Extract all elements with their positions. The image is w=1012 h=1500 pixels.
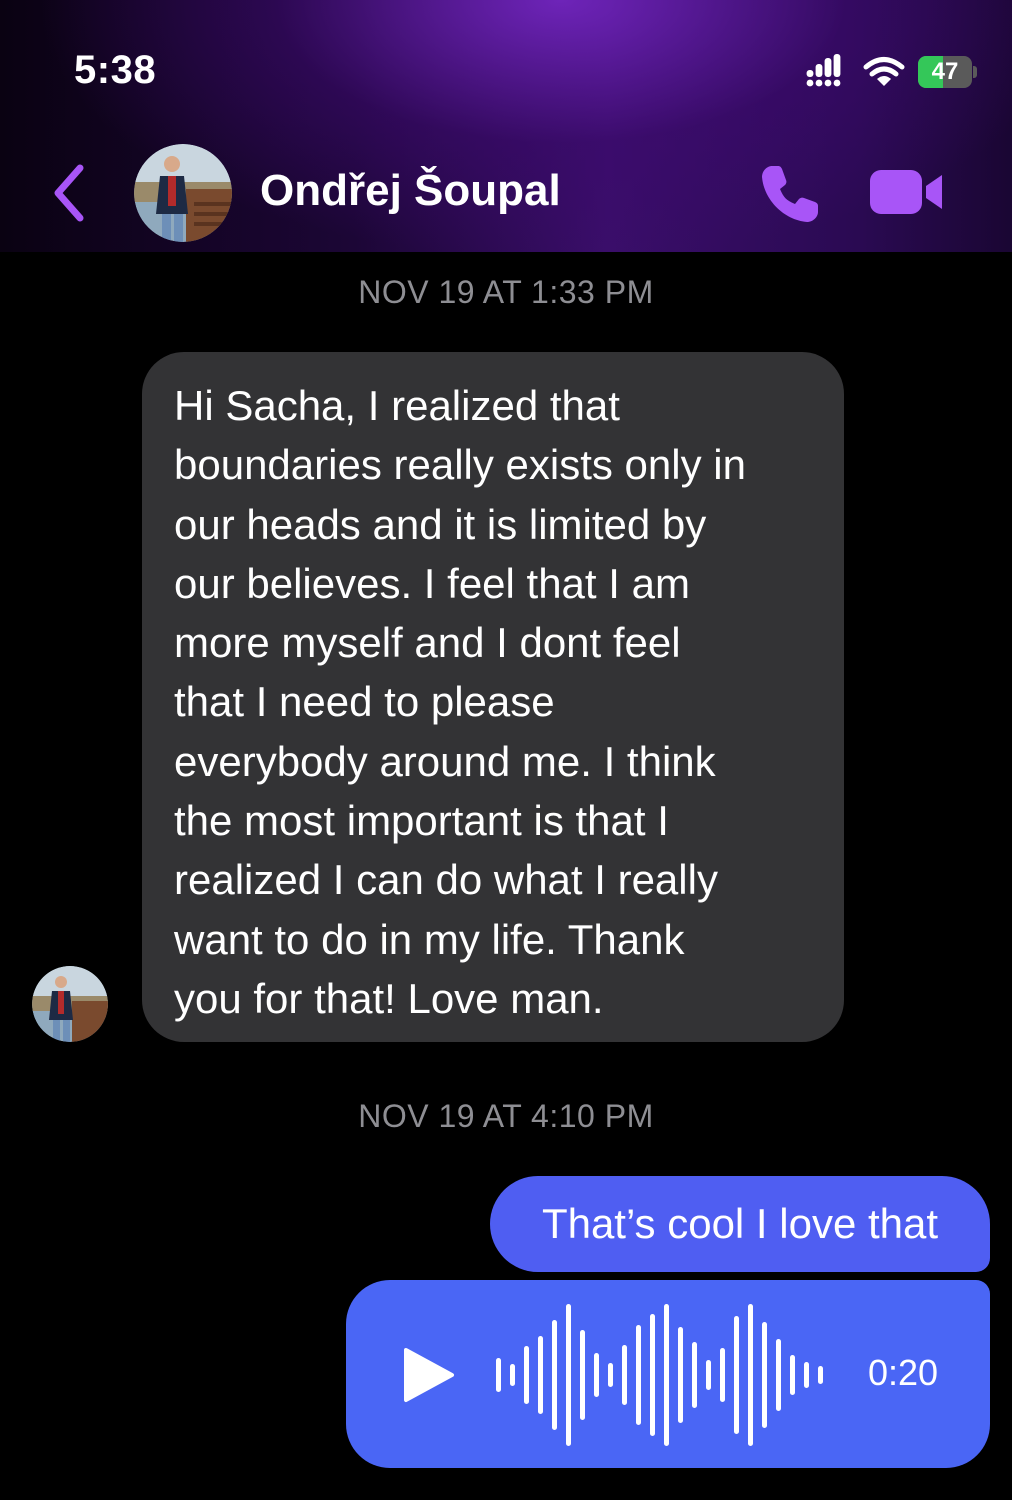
waveform-bar	[580, 1330, 585, 1420]
contact-name[interactable]: Ondřej Šoupal	[260, 166, 561, 216]
waveform-bar	[664, 1304, 669, 1446]
incoming-message-bubble[interactable]: Hi Sacha, I realized that boundaries rea…	[142, 352, 844, 1042]
video-camera-icon	[870, 170, 942, 214]
waveform-bar	[566, 1304, 571, 1446]
message-timestamp: NOV 19 AT 1:33 PM	[358, 274, 654, 310]
signal-icon	[806, 54, 841, 87]
contact-avatar[interactable]	[134, 144, 232, 242]
waveform-bar	[496, 1358, 501, 1392]
waveform-bar	[804, 1362, 809, 1388]
waveform-bar	[790, 1355, 795, 1395]
waveform-icon[interactable]	[496, 1304, 836, 1446]
waveform-bar	[594, 1353, 599, 1397]
waveform-bar	[720, 1348, 725, 1402]
sender-avatar[interactable]	[32, 966, 108, 1042]
call-button[interactable]	[758, 162, 822, 226]
outgoing-message-bubble[interactable]: That’s cool I love that	[490, 1176, 990, 1272]
waveform-bar	[734, 1316, 739, 1434]
video-call-button[interactable]	[868, 164, 944, 220]
waveform-bar	[776, 1339, 781, 1411]
phone-icon	[762, 166, 818, 222]
play-button[interactable]	[402, 1346, 456, 1404]
waveform-bar	[706, 1360, 711, 1390]
waveform-bar	[818, 1366, 823, 1384]
waveform-bar	[762, 1322, 767, 1428]
waveform-bar	[748, 1304, 753, 1446]
battery-charging-icon: 47	[918, 56, 977, 88]
message-timestamp: NOV 19 AT 4:10 PM	[358, 1098, 654, 1134]
waveform-bar	[510, 1364, 515, 1386]
battery-level: 47	[931, 58, 959, 85]
play-icon	[404, 1348, 454, 1402]
incoming-message-text: Hi Sacha, I realized that boundaries rea…	[174, 382, 746, 1022]
waveform-bar	[650, 1314, 655, 1436]
chevron-left-icon	[54, 164, 84, 222]
voice-duration: 0:20	[868, 1352, 939, 1393]
waveform-bar	[636, 1325, 641, 1425]
waveform-bar	[538, 1336, 543, 1414]
waveform-bar	[552, 1320, 557, 1430]
waveform-bar	[678, 1327, 683, 1423]
waveform-bar	[692, 1342, 697, 1408]
wifi-icon	[863, 57, 905, 86]
back-button[interactable]	[46, 158, 94, 228]
waveform-bar	[608, 1363, 613, 1387]
waveform-bar	[622, 1345, 627, 1405]
voice-message-bubble[interactable]: 0:20	[346, 1280, 990, 1468]
status-time: 5:38	[74, 48, 157, 92]
waveform-bar	[524, 1346, 529, 1404]
